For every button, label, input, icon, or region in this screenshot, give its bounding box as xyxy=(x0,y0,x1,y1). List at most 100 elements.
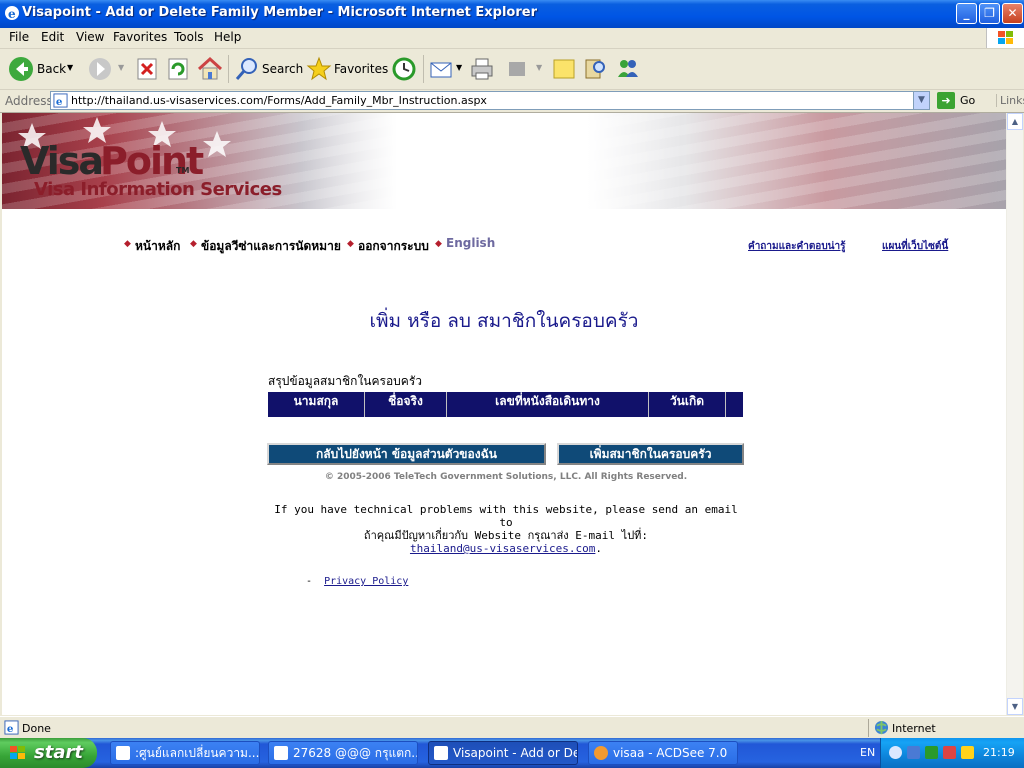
close-button[interactable]: ✕ xyxy=(1002,3,1023,24)
windows-flag-icon xyxy=(998,31,1013,44)
scroll-up-icon[interactable]: ▲ xyxy=(1007,113,1023,130)
nav-home[interactable]: หน้าหลัก xyxy=(135,237,180,256)
language-indicator[interactable]: EN xyxy=(860,746,875,759)
taskbar: start :ศูนย์แลกเปลี่ยนความ... 27628 @@@ … xyxy=(0,738,1024,768)
status-bar: e Done Internet xyxy=(0,716,1024,739)
stop-icon[interactable] xyxy=(133,55,161,83)
task-acdsee[interactable]: visaa - ACDSee 7.0 xyxy=(588,741,738,765)
toolbar-separator xyxy=(228,55,229,83)
menu-help[interactable]: Help xyxy=(214,30,241,44)
go-arrow-icon[interactable]: ➜ xyxy=(937,92,955,109)
window-icon xyxy=(274,746,288,760)
print-icon[interactable] xyxy=(468,55,496,83)
nav-logout[interactable]: ออกจากระบบ xyxy=(358,237,429,256)
acdsee-icon xyxy=(594,746,608,760)
tray-app-icon[interactable] xyxy=(943,746,956,759)
refresh-icon[interactable] xyxy=(164,55,192,83)
svg-text:e: e xyxy=(56,96,63,108)
restore-button[interactable]: ❐ xyxy=(979,3,1000,24)
favorites-star-icon[interactable] xyxy=(305,55,333,83)
family-summary-label: สรุปข้อมูลสมาชิกในครอบครัว xyxy=(268,374,423,388)
nav-english[interactable]: English xyxy=(446,236,495,250)
nav-bullet-icon: ◆ xyxy=(347,239,354,249)
forward-dropdown-icon[interactable]: ▼ xyxy=(118,63,124,72)
vertical-scrollbar[interactable]: ▲ ▼ xyxy=(1006,113,1023,715)
forward-arrow-icon[interactable] xyxy=(86,55,114,83)
home-icon[interactable] xyxy=(196,55,224,83)
back-arrow-icon[interactable] xyxy=(7,55,35,83)
search-icon[interactable] xyxy=(233,55,261,83)
address-dropdown-icon[interactable]: ▼ xyxy=(913,92,929,109)
support-email-link[interactable]: thailand@us-visaservices.com xyxy=(410,542,595,555)
banner-fade xyxy=(302,113,682,209)
address-bar: Address e http://thailand.us-visaservice… xyxy=(0,90,1024,113)
internet-globe-icon xyxy=(874,720,889,735)
favorites-label[interactable]: Favorites xyxy=(334,62,388,76)
svg-text:e: e xyxy=(7,723,14,735)
page-viewport: Visa Point TM Visa Information Services … xyxy=(2,113,1006,715)
tech-support-en: If you have technical problems with this… xyxy=(274,503,738,529)
window-icon xyxy=(116,746,130,760)
privacy-policy-link[interactable]: Privacy Policy xyxy=(324,576,408,587)
start-label: start xyxy=(34,742,83,763)
back-dropdown-icon[interactable]: ▼ xyxy=(67,63,73,72)
col-surname: นามสกุล xyxy=(268,392,365,417)
task-forum[interactable]: :ศูนย์แลกเปลี่ยนความ... xyxy=(110,741,260,765)
sitemap-link[interactable]: แผนที่เว็บไซต์นี้ xyxy=(882,239,948,254)
add-family-member-button[interactable]: เพิ่มสมาชิกในครอบครัว xyxy=(557,443,744,465)
nav-visa-info[interactable]: ข้อมูลวีซ่าและการนัดหมาย xyxy=(201,237,341,256)
status-text: Done xyxy=(22,722,51,735)
tray-app-icon[interactable] xyxy=(925,746,938,759)
menu-edit[interactable]: Edit xyxy=(41,30,64,44)
privacy-row: - Privacy Policy xyxy=(306,576,408,587)
toolbar-separator xyxy=(423,55,424,83)
family-member-table: นามสกุล ชื่อจริง เลขที่หนังสือเดินทาง วั… xyxy=(267,391,744,418)
search-label[interactable]: Search xyxy=(262,62,303,76)
scroll-down-icon[interactable]: ▼ xyxy=(1007,698,1023,715)
status-divider xyxy=(868,719,869,737)
tech-support-message: If you have technical problems with this… xyxy=(268,503,744,555)
research-icon[interactable] xyxy=(581,55,609,83)
messenger-icon[interactable] xyxy=(614,55,642,83)
task-label: Visapoint - Add or Del... xyxy=(453,746,577,760)
network-icon[interactable] xyxy=(907,746,920,759)
task-label: visaa - ACDSee 7.0 xyxy=(613,746,728,760)
task-visapoint[interactable]: Visapoint - Add or Del... xyxy=(428,741,578,765)
title-bar[interactable]: e Visapoint - Add or Delete Family Membe… xyxy=(0,0,1024,28)
nav-bullet-icon: ◆ xyxy=(190,239,197,249)
logo-subtitle: Visa Information Services xyxy=(34,179,282,200)
edit-icon[interactable] xyxy=(503,55,531,83)
task-label: :ศูนย์แลกเปลี่ยนความ... xyxy=(135,746,260,760)
tray-expand-icon[interactable] xyxy=(889,746,902,759)
mail-dropdown-icon[interactable]: ▼ xyxy=(456,63,462,72)
menu-tools[interactable]: Tools xyxy=(174,30,204,44)
mail-icon[interactable] xyxy=(428,55,456,83)
page-icon: e xyxy=(53,93,68,108)
go-button[interactable]: Go xyxy=(960,94,975,107)
menu-view[interactable]: View xyxy=(76,30,104,44)
edit-dropdown-icon[interactable]: ▼ xyxy=(536,63,542,72)
logo-point-text: Point xyxy=(100,139,204,183)
links-button[interactable]: Links xyxy=(996,94,1024,107)
back-to-profile-button[interactable]: กลับไปยังหน้า ข้อมูลส่วนตัวของฉัน xyxy=(267,443,546,465)
discuss-icon[interactable] xyxy=(550,55,578,83)
logo-trademark: TM xyxy=(176,166,190,175)
col-passport: เลขที่หนังสือเดินทาง xyxy=(447,392,649,417)
clock[interactable]: 21:19 xyxy=(983,746,1015,759)
address-url[interactable]: http://thailand.us-visaservices.com/Form… xyxy=(71,94,487,107)
back-label[interactable]: Back xyxy=(37,62,66,76)
task-thread[interactable]: 27628 @@@ กรุแตก.... xyxy=(268,741,418,765)
page-title: เพิ่ม หรือ ลบ สมาชิกในครอบครัว xyxy=(369,310,639,332)
copyright-text: © 2005-2006 TeleTech Government Solution… xyxy=(324,472,688,482)
warning-icon[interactable] xyxy=(961,746,974,759)
tech-support-th: ถ้าคุณมีปัญหาเกี่ยวกับ Website กรุณาส่ง … xyxy=(363,529,649,542)
history-icon[interactable] xyxy=(390,55,418,83)
menu-favorites[interactable]: Favorites xyxy=(113,30,167,44)
start-button[interactable]: start xyxy=(0,738,97,768)
windows-flag-icon xyxy=(10,746,25,759)
menu-file[interactable]: File xyxy=(9,30,29,44)
address-input[interactable]: e http://thailand.us-visaservices.com/Fo… xyxy=(50,91,930,110)
windows-logo xyxy=(986,28,1024,48)
faq-link[interactable]: คำถามและคำตอบน่ารู้ xyxy=(748,239,846,254)
minimize-button[interactable]: _ xyxy=(956,3,977,24)
